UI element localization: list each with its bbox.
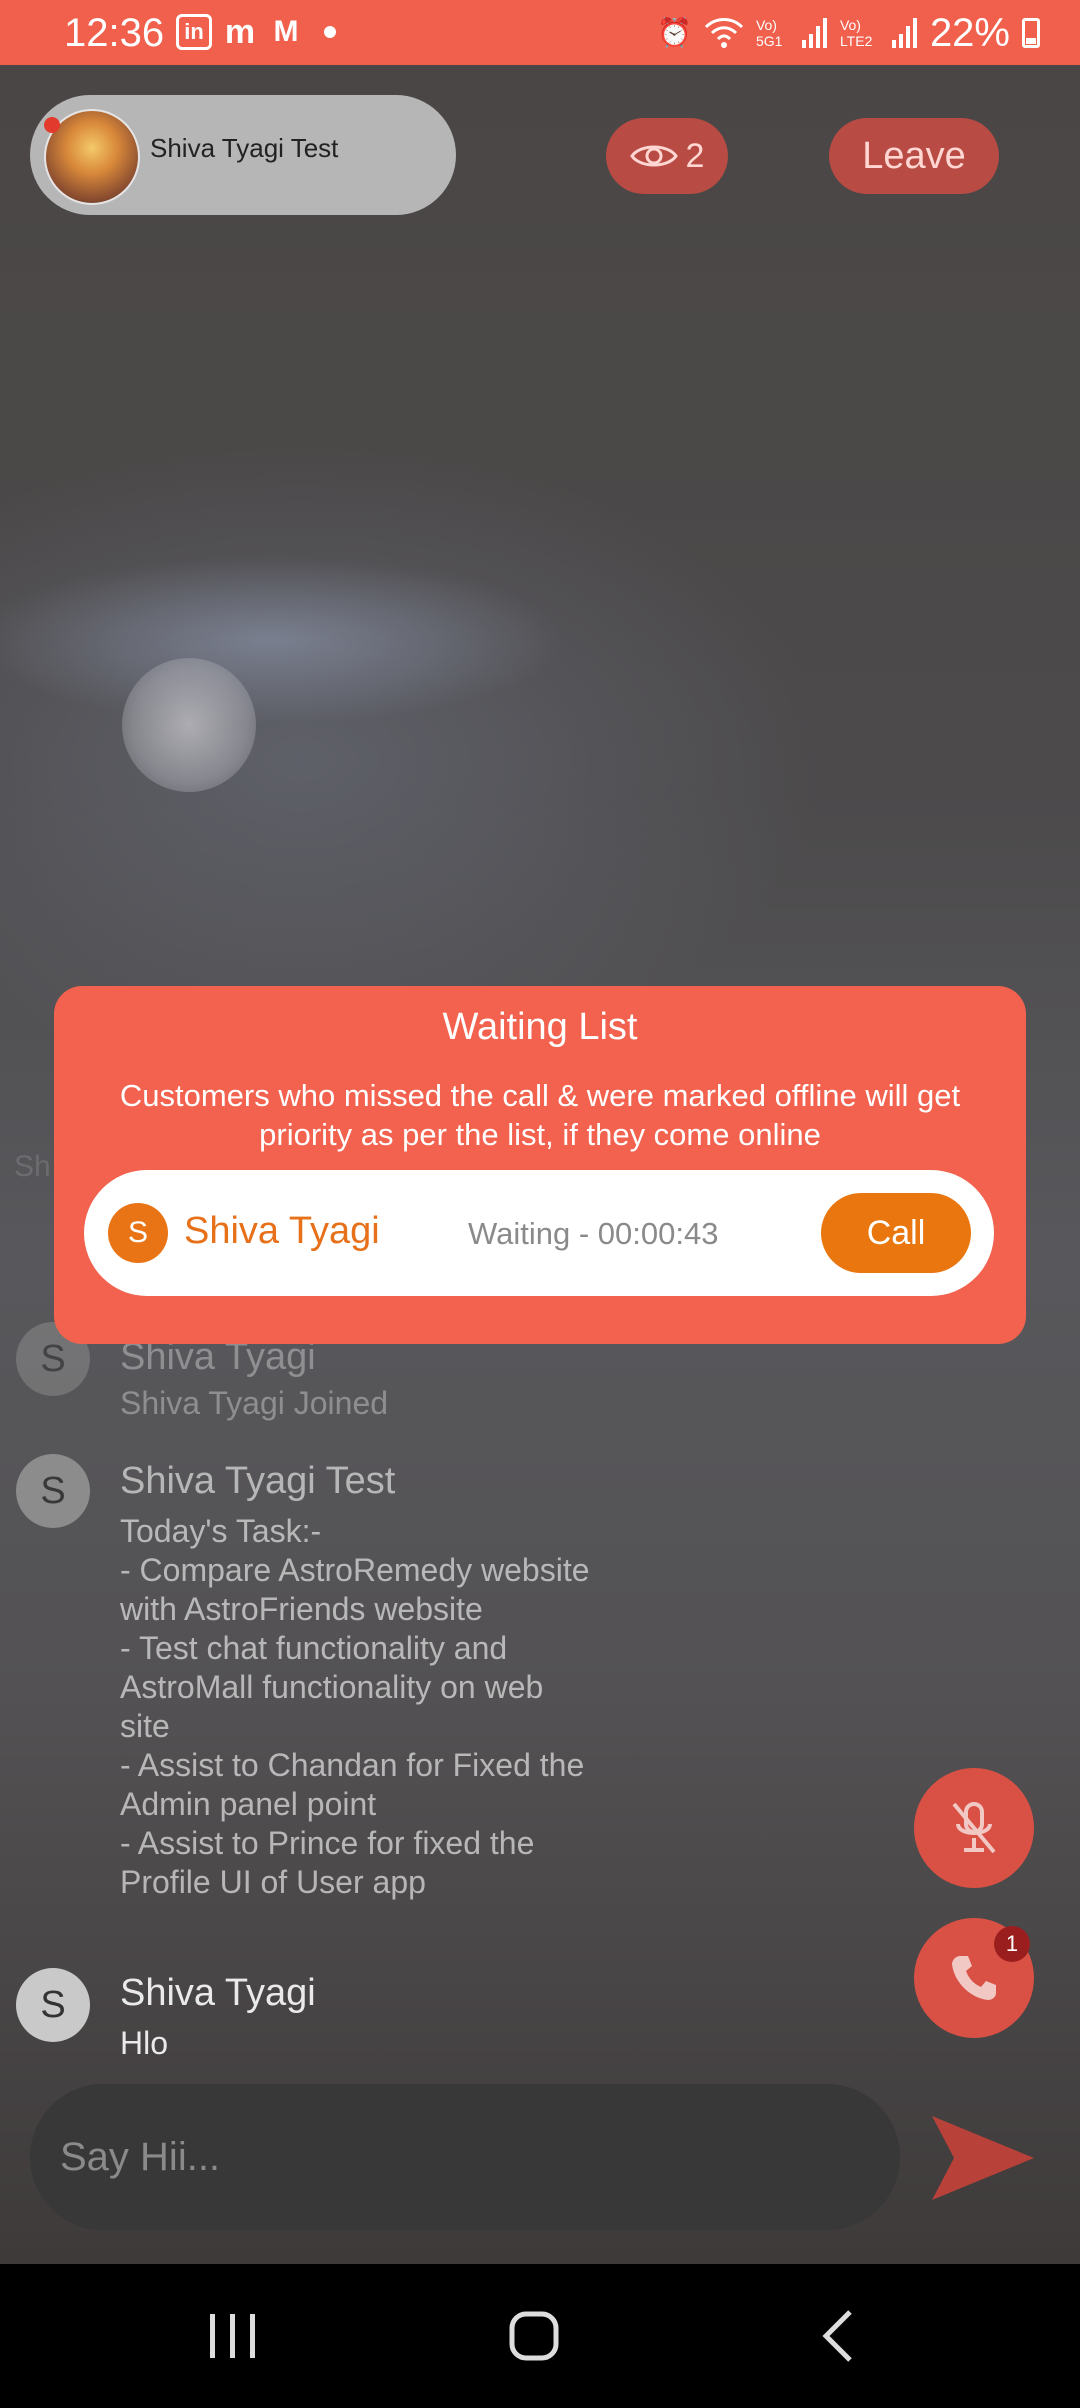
call-requests-badge: 1 <box>994 1926 1030 1962</box>
notification-icons: in m M <box>176 12 336 51</box>
eye-icon <box>629 145 678 167</box>
send-button[interactable] <box>928 2112 1038 2204</box>
send-icon <box>932 2116 1034 2200</box>
mic-off-icon <box>952 1802 996 1854</box>
host-name: Shiva Tyagi Test <box>150 133 339 163</box>
alarm-icon: ⏰ <box>657 17 692 48</box>
battery-percentage: 22% <box>929 11 1010 55</box>
dialog-description: Customers who missed the call & were mar… <box>119 1078 961 1152</box>
wifi-icon <box>704 18 743 48</box>
sender-name: Shiva Tyagi <box>120 1972 316 2014</box>
message-text: Hlo <box>120 2025 169 2061</box>
waiting-user-avatar: S <box>108 1203 168 1263</box>
app-m-icon: m <box>224 12 256 51</box>
live-indicator-dot <box>44 117 60 133</box>
linkedin-icon: in <box>176 14 212 50</box>
system-navigation-bar <box>0 2264 1080 2408</box>
signal-label-2: Vo) LTE2 <box>839 17 873 49</box>
sender-name: Shiva Tyagi Test <box>120 1460 396 1502</box>
phone-icon <box>952 1956 996 2000</box>
waiting-list-dialog: Waiting List Customers who missed the ca… <box>54 986 1026 1344</box>
back-icon[interactable] <box>800 2304 880 2368</box>
sender-avatar: S <box>16 1454 90 1528</box>
battery-icon <box>1022 18 1040 48</box>
message-text: Shiva Tyagi Joined <box>120 1385 389 1421</box>
mute-mic-button[interactable] <box>914 1768 1034 1888</box>
signal-bars-icon <box>891 18 917 48</box>
status-indicators: ⏰ Vo) 5G1 Vo) LTE2 22% <box>657 8 1040 58</box>
chat-message-input[interactable] <box>30 2084 900 2230</box>
host-profile-pill[interactable]: Shiva Tyagi Test <box>30 95 456 215</box>
video-background-light <box>122 658 256 792</box>
leave-button[interactable]: Leave <box>829 118 999 194</box>
signal-bars-icon <box>801 18 827 48</box>
call-button[interactable]: Call <box>821 1193 971 1273</box>
waiting-user-name: Shiva Tyagi <box>184 1210 380 1252</box>
partially-hidden-text: Sh <box>14 1150 51 1183</box>
signal-label-1: Vo) 5G1 <box>755 17 783 49</box>
waiting-list-item: S Shiva Tyagi Waiting - 00:00:43 Call <box>84 1170 994 1296</box>
viewer-count-button[interactable]: 2 <box>606 118 728 194</box>
message-text: Today's Task:- - Compare AstroRemedy web… <box>120 1513 590 1900</box>
dialog-title: Waiting List <box>442 1006 638 1048</box>
more-notifications-dot <box>324 26 336 38</box>
status-bar: 12:36 in m M ⏰ Vo) 5G1 Vo) LTE2 22% <box>0 0 1080 65</box>
host-avatar[interactable] <box>44 109 140 205</box>
viewer-count: 2 <box>685 136 705 175</box>
waiting-status: Waiting - 00:00:43 <box>468 1216 719 1251</box>
recent-apps-icon[interactable] <box>192 2304 272 2368</box>
home-icon[interactable] <box>494 2304 574 2368</box>
sender-avatar: S <box>16 1968 90 2042</box>
gmail-icon: M <box>273 15 299 48</box>
status-time: 12:36 <box>64 11 165 55</box>
